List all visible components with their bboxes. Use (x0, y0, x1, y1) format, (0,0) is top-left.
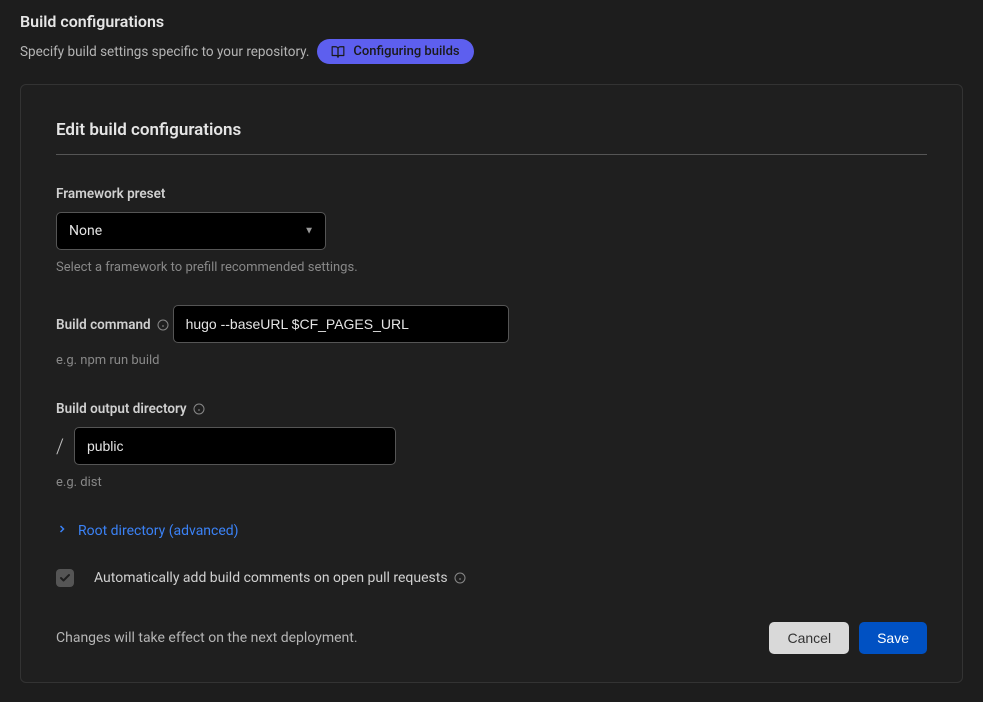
cancel-button[interactable]: Cancel (769, 622, 849, 654)
path-separator: / (56, 434, 64, 458)
framework-preset-select-wrapper: None ▼ (56, 212, 326, 250)
panel-title: Edit build configurations (56, 120, 927, 155)
build-command-group: Build command e.g. npm run build (56, 305, 927, 368)
framework-preset-group: Framework preset None ▼ Select a framewo… (56, 183, 927, 275)
info-icon (454, 572, 466, 584)
framework-preset-help: Select a framework to prefill recommende… (56, 260, 927, 275)
output-directory-label: Build output directory (56, 401, 187, 417)
framework-preset-select[interactable]: None (56, 212, 326, 250)
auto-comments-label: Automatically add build comments on open… (94, 570, 448, 586)
build-command-label: Build command (56, 317, 151, 333)
root-directory-label: Root directory (advanced) (78, 523, 239, 539)
badge-label: Configuring builds (353, 44, 459, 59)
subtitle-row: Specify build settings specific to your … (20, 39, 963, 64)
book-icon (331, 45, 345, 59)
info-icon (193, 403, 205, 415)
chevron-right-icon (56, 523, 68, 539)
footer-row: Changes will take effect on the next dep… (56, 622, 927, 654)
footer-text: Changes will take effect on the next dep… (56, 630, 358, 646)
save-button[interactable]: Save (859, 622, 927, 654)
edit-config-panel: Edit build configurations Framework pres… (20, 84, 963, 683)
output-directory-help: e.g. dist (56, 475, 927, 490)
subtitle-text: Specify build settings specific to your … (20, 44, 309, 60)
build-command-input[interactable] (173, 305, 509, 343)
auto-comments-checkbox[interactable] (56, 569, 74, 587)
auto-comments-row: Automatically add build comments on open… (56, 569, 927, 587)
info-icon (157, 319, 169, 331)
output-directory-input[interactable] (74, 427, 396, 465)
button-group: Cancel Save (769, 622, 927, 654)
build-command-help: e.g. npm run build (56, 353, 927, 368)
configuring-builds-badge[interactable]: Configuring builds (317, 39, 473, 64)
page-title: Build configurations (20, 12, 963, 31)
root-directory-toggle[interactable]: Root directory (advanced) (56, 523, 239, 539)
framework-preset-label: Framework preset (56, 186, 165, 202)
output-directory-group: Build output directory / e.g. dist (56, 398, 927, 490)
